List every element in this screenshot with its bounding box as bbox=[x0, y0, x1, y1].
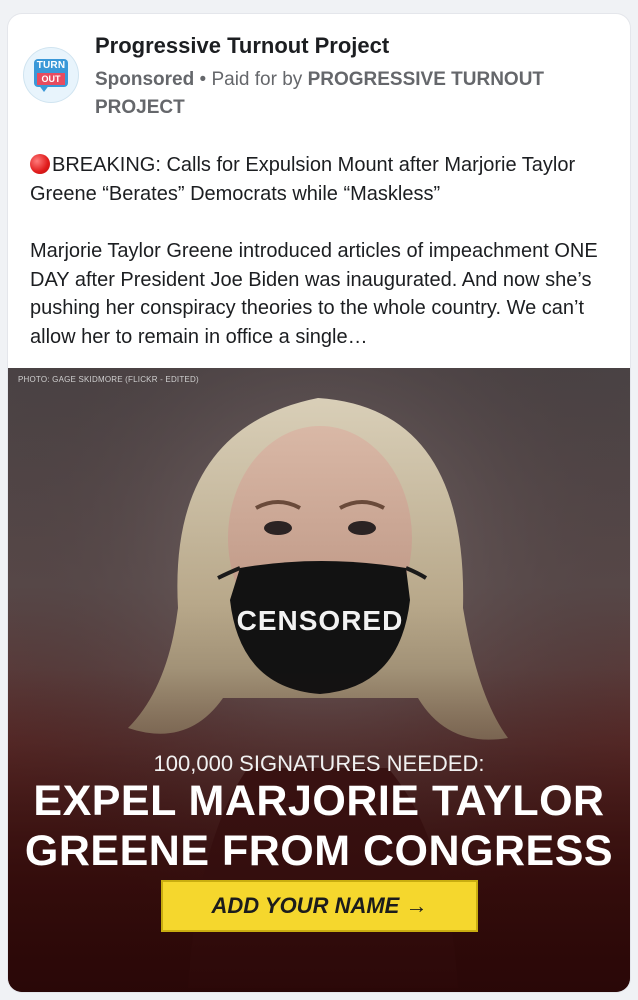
ad-headline: EXPEL MARJORIE TAYLOR GREENE FROM CONGRE… bbox=[8, 776, 630, 876]
page-name-link[interactable]: Progressive Turnout Project bbox=[95, 32, 389, 60]
red-circle-icon bbox=[30, 154, 50, 174]
post-header: TURN OUT Progressive Turnout Project Spo… bbox=[8, 14, 630, 124]
post-body: BREAKING: Calls for Expulsion Mount afte… bbox=[30, 151, 615, 351]
mask-text: CENSORED bbox=[237, 605, 404, 636]
breaking-text: BREAKING: Calls for Expulsion Mount afte… bbox=[30, 154, 576, 205]
post-paragraph-body[interactable]: Marjorie Taylor Greene introduced articl… bbox=[30, 237, 615, 351]
page-avatar[interactable]: TURN OUT bbox=[24, 48, 78, 102]
meta-separator: • bbox=[199, 69, 207, 90]
post-paragraph-breaking: BREAKING: Calls for Expulsion Mount afte… bbox=[30, 151, 615, 208]
sponsored-label[interactable]: Sponsored bbox=[95, 69, 194, 90]
add-your-name-button[interactable]: ADD YOUR NAME → bbox=[161, 880, 478, 932]
ad-image[interactable]: CENSORED PHOTO: GAGE SKIDMORE (FLICKR - … bbox=[8, 368, 630, 992]
sponsored-meta: Sponsored • Paid for by PROGRESSIVE TURN… bbox=[95, 66, 615, 122]
headline-line-1: EXPEL MARJORIE TAYLOR bbox=[33, 777, 605, 825]
sponsored-post-card: TURN OUT Progressive Turnout Project Spo… bbox=[8, 14, 630, 992]
avatar-text-out: OUT bbox=[37, 73, 65, 85]
headline-line-2: GREENE FROM CONGRESS bbox=[24, 827, 614, 875]
avatar-text-turn: TURN bbox=[36, 60, 66, 71]
photo-credit: PHOTO: GAGE SKIDMORE (FLICKR - EDITED) bbox=[18, 375, 199, 384]
paid-for-prefix: Paid for by bbox=[211, 69, 303, 90]
signatures-needed-text: 100,000 SIGNATURES NEEDED: bbox=[153, 751, 485, 776]
